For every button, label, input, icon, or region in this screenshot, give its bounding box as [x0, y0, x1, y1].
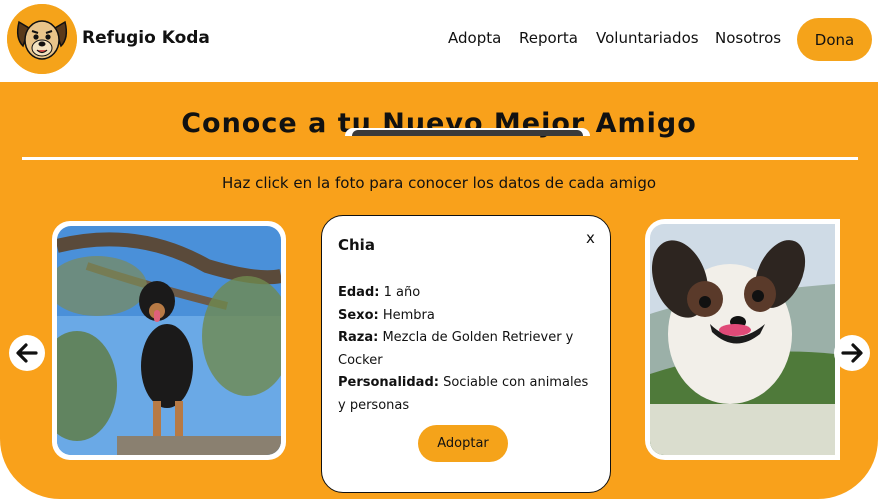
dog-card-left[interactable] [52, 221, 286, 460]
detail-value: Hembra [382, 307, 435, 323]
brand-name[interactable]: Refugio Koda [82, 28, 210, 48]
site-header: Refugio Koda Adopta Reporta Voluntariado… [0, 0, 878, 82]
nav-link-nosotros[interactable]: Nosotros [715, 29, 781, 47]
dog-details: Edad: 1 año Sexo: Hembra Raza: Mezcla de… [338, 282, 600, 418]
detail-age: Edad: 1 año [338, 282, 600, 305]
detail-value: 1 año [383, 285, 421, 300]
arrow-left-icon[interactable] [9, 335, 45, 371]
detail-breed: Raza: Mezcla de Golden Retriever y Cocke… [338, 327, 600, 372]
divider [22, 157, 858, 160]
nav-link-reporta[interactable]: Reporta [519, 29, 578, 47]
dog-photo-center [352, 130, 583, 136]
adopt-button[interactable]: Adoptar [418, 425, 508, 462]
donate-button[interactable]: Dona [797, 18, 872, 61]
arrow-right-icon[interactable] [834, 335, 870, 371]
detail-label: Sexo: [338, 307, 379, 323]
detail-label: Personalidad: [338, 375, 439, 391]
detail-sex: Sexo: Hembra [338, 305, 600, 328]
section-subtitle: Haz click en la foto para conocer los da… [221, 174, 657, 192]
dog-photo-right[interactable] [650, 224, 835, 455]
nav-link-voluntariados[interactable]: Voluntariados [596, 29, 699, 47]
dog-name: Chia [338, 236, 375, 254]
dog-face-icon[interactable] [7, 4, 77, 74]
close-button[interactable]: x [586, 229, 595, 247]
detail-label: Edad: [338, 285, 380, 300]
detail-label: Raza: [338, 330, 379, 346]
detail-personality: Personalidad: Sociable con animales y pe… [338, 372, 600, 417]
nav-link-adopta[interactable]: Adopta [448, 29, 501, 47]
dog-details-modal: Chia x Edad: 1 año Sexo: Hembra Raza: Me… [321, 215, 611, 493]
dog-card-right[interactable] [645, 219, 840, 460]
dog-photo-left[interactable] [57, 226, 281, 455]
